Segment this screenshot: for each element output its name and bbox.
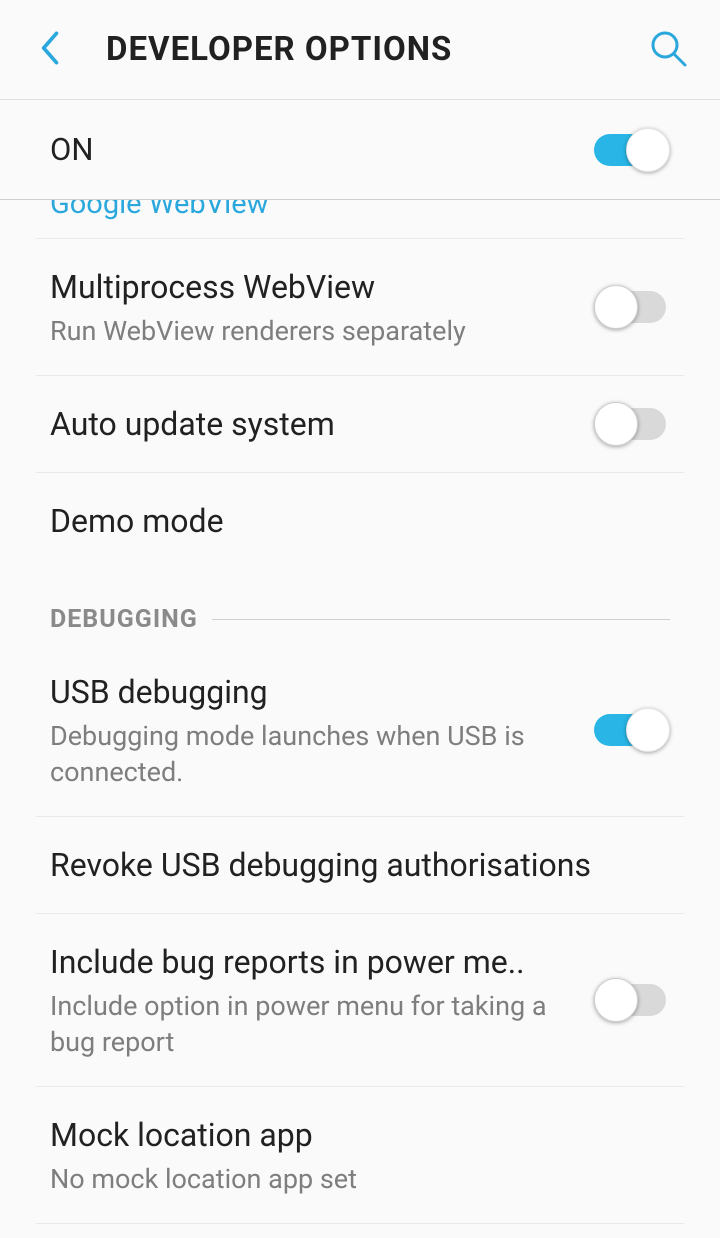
mock-location-title: Mock location app	[50, 1113, 670, 1157]
auto-update-toggle[interactable]	[594, 402, 670, 446]
bug-reports-sub: Include option in power menu for taking …	[50, 988, 594, 1060]
demo-mode-row[interactable]: Demo mode	[0, 473, 720, 569]
section-debugging: DEBUGGING	[0, 569, 720, 644]
multiprocess-webview-sub: Run WebView renderers separately	[50, 313, 594, 349]
divider	[36, 1223, 684, 1224]
chevron-left-icon	[40, 31, 62, 69]
usb-debugging-sub: Debugging mode launches when USB is conn…	[50, 718, 594, 790]
demo-mode-title: Demo mode	[50, 499, 670, 543]
bug-reports-row[interactable]: Include bug reports in power me.. Includ…	[0, 914, 720, 1086]
usb-debugging-title: USB debugging	[50, 670, 594, 714]
section-line	[212, 619, 670, 620]
app-bar: DEVELOPER OPTIONS	[0, 0, 720, 100]
master-toggle-row[interactable]: ON	[0, 100, 720, 200]
section-debugging-title: DEBUGGING	[50, 605, 212, 634]
revoke-usb-auth-title: Revoke USB debugging authorisations	[50, 843, 670, 887]
master-toggle[interactable]	[594, 128, 670, 172]
master-toggle-label: ON	[50, 131, 594, 168]
mock-location-row[interactable]: Mock location app No mock location app s…	[0, 1087, 720, 1223]
auto-update-title: Auto update system	[50, 402, 594, 446]
search-button[interactable]	[646, 28, 690, 72]
bug-reports-toggle[interactable]	[594, 978, 670, 1022]
settings-list: Google WebView Multiprocess WebView Run …	[0, 200, 720, 1238]
webview-impl-value: Google WebView	[50, 200, 268, 208]
usb-debugging-toggle[interactable]	[594, 708, 670, 752]
usb-debugging-row[interactable]: USB debugging Debugging mode launches wh…	[0, 644, 720, 816]
page-title: DEVELOPER OPTIONS	[76, 30, 646, 69]
revoke-usb-auth-row[interactable]: Revoke USB debugging authorisations	[0, 817, 720, 913]
mock-location-sub: No mock location app set	[50, 1161, 670, 1197]
multiprocess-webview-toggle[interactable]	[594, 285, 670, 329]
search-icon	[648, 28, 688, 72]
webview-impl-row-partial[interactable]: Google WebView	[0, 200, 720, 238]
bug-reports-title: Include bug reports in power me..	[50, 940, 530, 984]
auto-update-row[interactable]: Auto update system	[0, 376, 720, 472]
multiprocess-webview-title: Multiprocess WebView	[50, 265, 594, 309]
multiprocess-webview-row[interactable]: Multiprocess WebView Run WebView rendere…	[0, 239, 720, 375]
back-button[interactable]	[40, 31, 76, 69]
